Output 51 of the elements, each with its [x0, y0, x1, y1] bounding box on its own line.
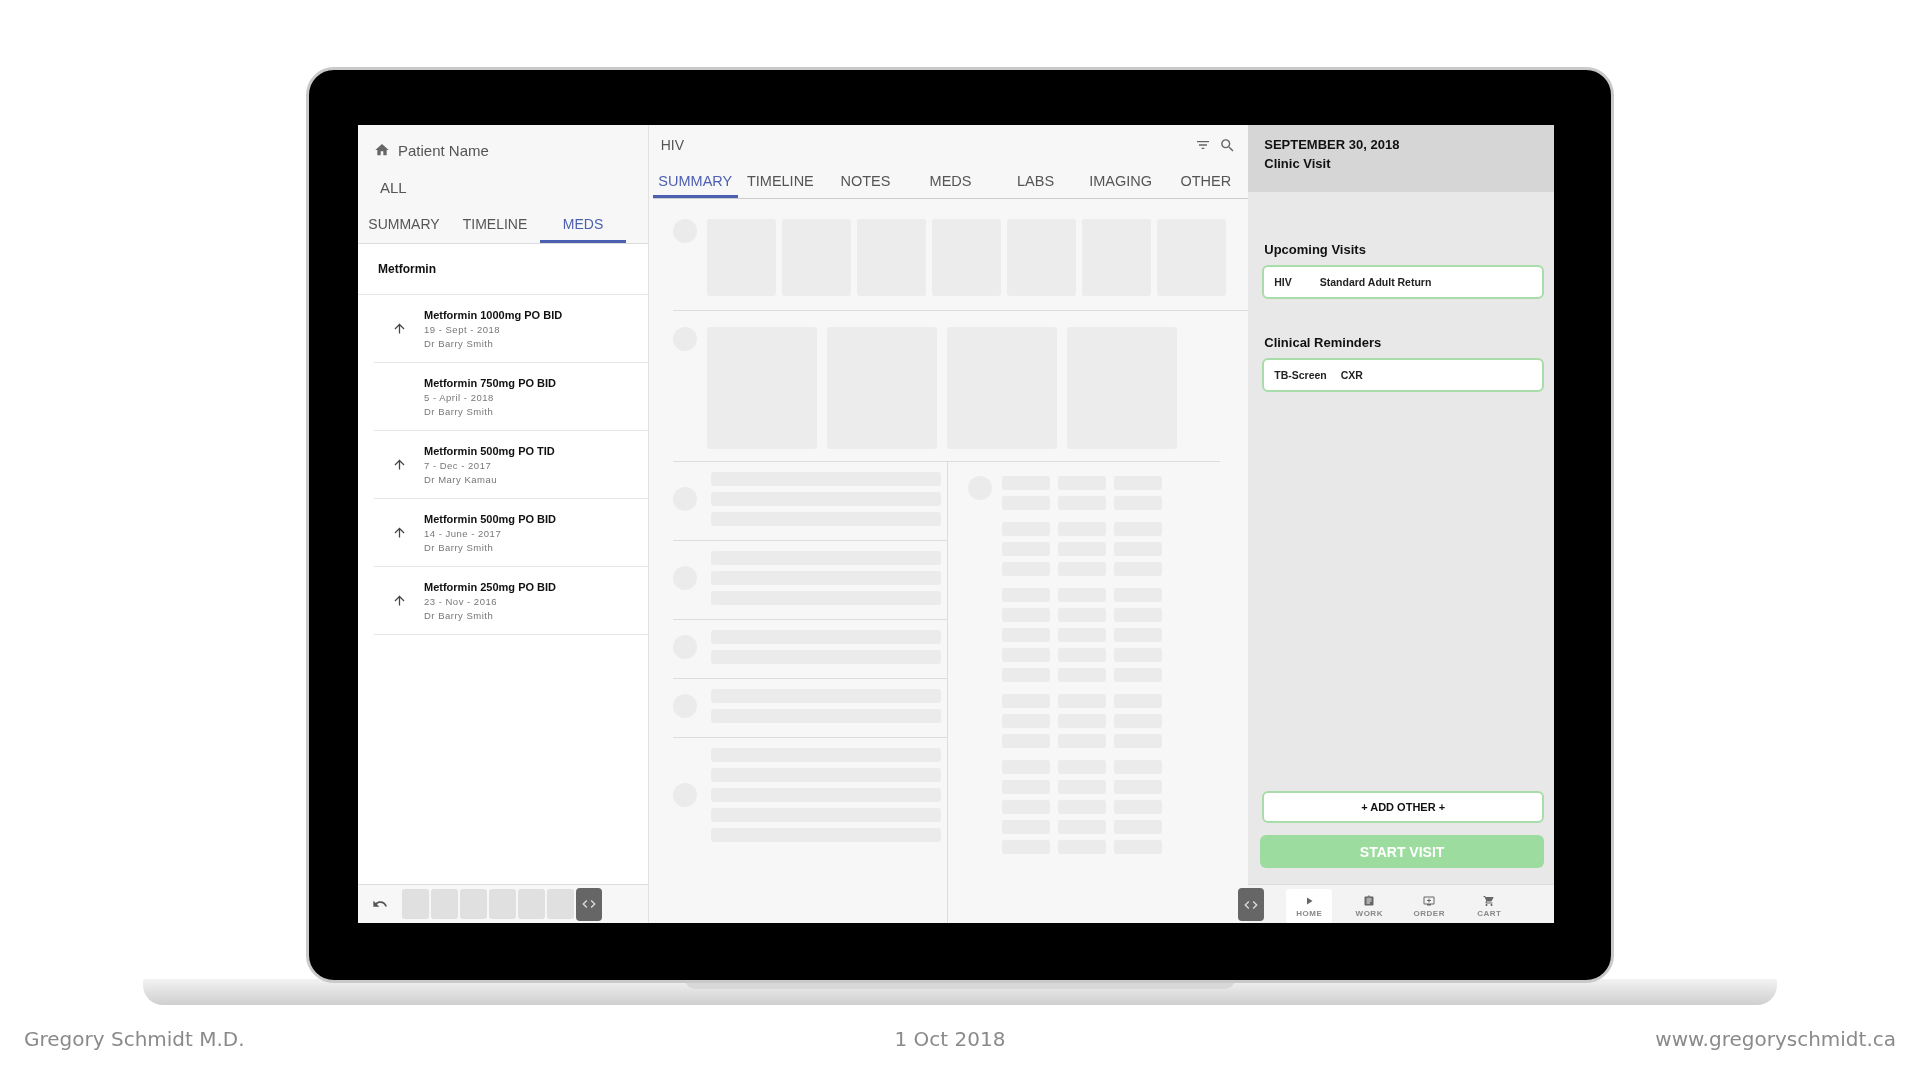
- tab[interactable]: IMAGING: [1078, 167, 1164, 198]
- medication-item[interactable]: Metformin 250mg PO BID 23 - Nov - 2016 Dr Barry Smith: [374, 567, 648, 635]
- group-title: Metformin: [358, 244, 648, 295]
- footer-date: 1 Oct 2018: [894, 1027, 1006, 1051]
- section-title: Clinical Reminders: [1263, 335, 1383, 352]
- medication-name: Metformin 750mg PO BID: [424, 376, 557, 389]
- medication-name: Metformin 500mg PO TID: [424, 444, 555, 457]
- tab[interactable]: LABS: [993, 167, 1079, 198]
- medication-date: 7 - Dec - 2017: [424, 459, 493, 471]
- prescriber: Dr Barry Smith: [424, 405, 495, 417]
- section-title: Upcoming Visits: [1263, 242, 1367, 259]
- medication-item[interactable]: Metformin 750mg PO BID 5 - April - 2018 Dr Barry Smith: [374, 363, 648, 431]
- reminder-card[interactable]: TB-Screen CXR: [1262, 358, 1544, 392]
- author-name: Gregory Schmidt M.D.: [24, 1027, 245, 1051]
- medication-date: 5 - April - 2018: [424, 391, 495, 403]
- cart-icon: [1483, 894, 1496, 907]
- expand-button[interactable]: [576, 887, 602, 921]
- medication-item[interactable]: Metformin 500mg PO TID 7 - Dec - 2017 Dr Mary Kamau: [374, 431, 648, 499]
- visit-label: Standard Adult Return: [1319, 276, 1432, 288]
- expand-button[interactable]: [1238, 888, 1265, 921]
- tab[interactable]: NOTES: [822, 167, 908, 198]
- tab[interactable]: TIMELINE: [737, 167, 823, 198]
- medication-date: 19 - Sept - 2018: [424, 323, 502, 335]
- medication-name: Metformin 1000mg PO BID: [424, 308, 563, 321]
- website-url: www.gregoryschmidt.ca: [1655, 1027, 1896, 1051]
- add-other-button[interactable]: + ADD OTHER +: [1262, 791, 1544, 823]
- tab[interactable]: OTHER: [1163, 167, 1249, 198]
- visit-date: SEPTEMBER 30, 2018: [1264, 137, 1401, 152]
- tab[interactable]: SUMMARY: [652, 167, 738, 198]
- tab[interactable]: TIMELINE: [450, 210, 540, 243]
- prescriber: Dr Barry Smith: [424, 337, 495, 349]
- visit-card[interactable]: HIV Standard Adult Return: [1262, 265, 1544, 299]
- visit-type: Clinic Visit: [1264, 156, 1332, 171]
- reminder-name: TB-Screen: [1274, 369, 1327, 381]
- nav-item[interactable]: HOME: [1286, 889, 1333, 923]
- prescriber: Dr Barry Smith: [424, 541, 495, 553]
- tab[interactable]: SUMMARY: [358, 210, 450, 243]
- panel-title: HIV: [660, 137, 686, 153]
- prescriber: Dr Mary Kamau: [424, 473, 498, 485]
- filter-label[interactable]: ALL: [358, 165, 648, 196]
- medication-name: Metformin 500mg PO BID: [424, 512, 557, 525]
- prescriber: Dr Barry Smith: [424, 609, 495, 621]
- reminder-detail: CXR: [1340, 369, 1363, 381]
- medication-item[interactable]: Metformin 500mg PO BID 14 - June - 2017 Dr Barry Smith: [374, 499, 648, 567]
- medication-date: 23 - Nov - 2016: [424, 595, 498, 607]
- medication-item[interactable]: Metformin 1000mg PO BID 19 - Sept - 2018 Dr Barry Smith: [374, 295, 648, 363]
- medication-date: 14 - June - 2017: [424, 527, 503, 539]
- medication-name: Metformin 250mg PO BID: [424, 580, 557, 593]
- tab[interactable]: MEDS: [908, 167, 994, 198]
- patient-name: Patient Name: [398, 141, 489, 159]
- program-label: HIV: [1274, 276, 1292, 288]
